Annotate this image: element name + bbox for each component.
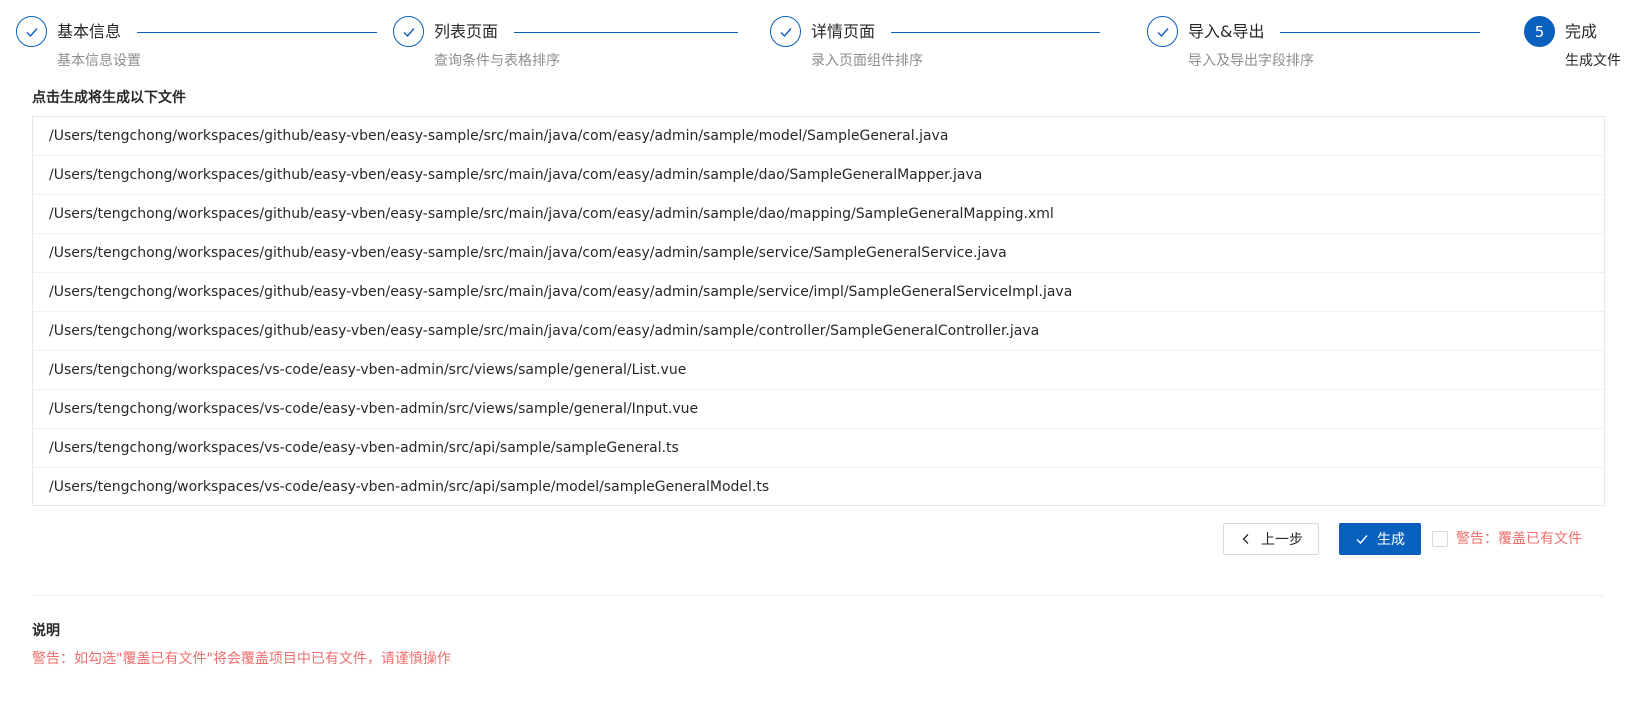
list-item: /Users/tengchong/workspaces/github/easy-… xyxy=(33,156,1604,195)
step-description: 导入及导出字段排序 xyxy=(1188,53,1314,69)
check-icon xyxy=(770,16,801,47)
left-arrow-icon xyxy=(1239,532,1253,546)
steps-progress: 基本信息 基本信息设置 列表页面 查询条件与表格排序 详情页面 录入页面组件排序… xyxy=(16,16,1624,72)
step-title: 完成 xyxy=(1565,20,1614,44)
list-item: /Users/tengchong/workspaces/github/easy-… xyxy=(33,117,1604,156)
step-title: 列表页面 xyxy=(434,20,515,44)
step-connector xyxy=(884,32,1100,33)
prev-step-button[interactable]: 上一步 xyxy=(1223,523,1319,555)
list-item: /Users/tengchong/workspaces/vs-code/easy… xyxy=(33,351,1604,390)
generated-file-list: /Users/tengchong/workspaces/github/easy-… xyxy=(32,116,1605,506)
step-description: 查询条件与表格排序 xyxy=(434,53,560,69)
list-item: /Users/tengchong/workspaces/github/easy-… xyxy=(33,195,1604,234)
step-number-badge: 5 xyxy=(1524,16,1555,47)
generate-label: 生成 xyxy=(1377,532,1405,548)
step-connector xyxy=(130,32,377,33)
step-description: 生成文件 xyxy=(1565,53,1621,69)
generate-button[interactable]: 生成 xyxy=(1339,523,1421,555)
step-title: 导入&导出 xyxy=(1188,20,1281,44)
notes-title: 说明 xyxy=(32,623,60,639)
list-item: /Users/tengchong/workspaces/github/easy-… xyxy=(33,234,1604,273)
list-item: /Users/tengchong/workspaces/vs-code/easy… xyxy=(33,429,1604,468)
prev-step-label: 上一步 xyxy=(1261,532,1303,548)
list-item: /Users/tengchong/workspaces/vs-code/easy… xyxy=(49,479,770,495)
overwrite-checkbox[interactable]: 警告：覆盖已有文件 xyxy=(1432,531,1582,547)
checkbox-box[interactable] xyxy=(1432,531,1448,547)
step-description: 基本信息设置 xyxy=(57,53,141,69)
step-connector xyxy=(507,32,738,33)
check-icon xyxy=(16,16,47,47)
list-item: /Users/tengchong/workspaces/vs-code/easy… xyxy=(33,390,1604,429)
divider xyxy=(32,595,1605,596)
overwrite-warning-note: 警告：如勾选"覆盖已有文件"将会覆盖项目中已有文件，请谨慎操作 xyxy=(32,651,451,667)
files-section-title: 点击生成将生成以下文件 xyxy=(32,90,186,106)
step-title: 基本信息 xyxy=(57,20,138,44)
check-icon xyxy=(393,16,424,47)
step-title: 详情页面 xyxy=(811,20,892,44)
list-item: /Users/tengchong/workspaces/github/easy-… xyxy=(33,312,1604,351)
step-connector xyxy=(1278,32,1480,33)
check-icon xyxy=(1147,16,1178,47)
check-icon xyxy=(1355,532,1369,546)
overwrite-checkbox-label[interactable]: 警告：覆盖已有文件 xyxy=(1456,531,1582,547)
list-item: /Users/tengchong/workspaces/github/easy-… xyxy=(33,273,1604,312)
step-description: 录入页面组件排序 xyxy=(811,53,923,69)
